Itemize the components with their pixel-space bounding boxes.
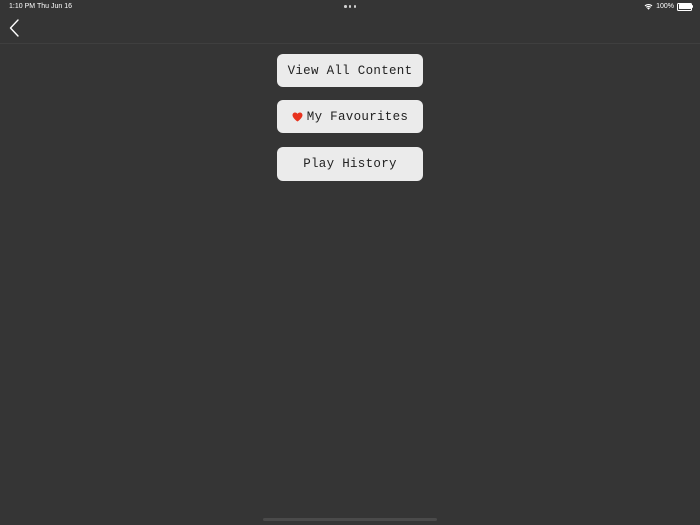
status-time: 1:10 PM (9, 3, 36, 10)
heart-icon (292, 111, 303, 122)
chevron-left-icon (9, 19, 19, 37)
battery-icon (677, 2, 693, 11)
my-favourites-label: My Favourites (306, 109, 409, 124)
my-favourites-button[interactable]: My Favourites (277, 100, 423, 133)
home-indicator[interactable] (263, 518, 437, 521)
status-indicators: 100% (644, 2, 693, 11)
play-history-label: Play History (303, 157, 397, 171)
back-button[interactable] (6, 17, 24, 39)
navigation-bar (0, 13, 700, 44)
wifi-icon (644, 3, 653, 10)
status-date: Thu Jun 16 (37, 3, 73, 10)
view-all-content-button[interactable]: View All Content (277, 54, 423, 87)
play-history-button[interactable]: Play History (277, 147, 423, 181)
battery-percent: 100% (656, 3, 674, 10)
view-all-content-label: View All Content (287, 63, 413, 78)
status-bar: 1:10 PM Thu Jun 16 100% (0, 0, 700, 13)
multitask-dots-icon[interactable] (344, 5, 356, 8)
